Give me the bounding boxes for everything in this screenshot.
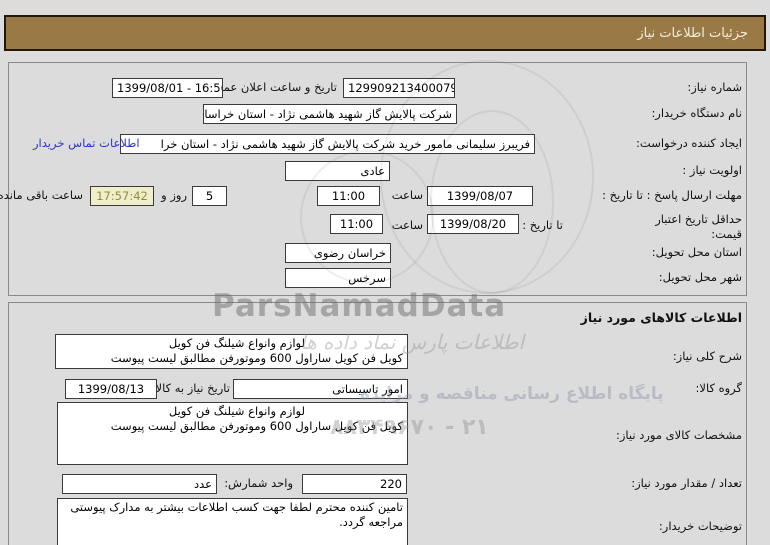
unit-field[interactable]: عدد (62, 474, 217, 494)
priority-field[interactable]: عادی (285, 161, 390, 181)
goods-section-title: اطلاعات کالاهای مورد نیاز (580, 310, 742, 325)
buyer-contact-link[interactable]: اطلاعات تماس خریدار (33, 136, 140, 150)
validity-hour-label: ساعت (391, 218, 423, 232)
specs-label: مشخصات کالای مورد نیاز: (615, 428, 742, 442)
need-number-label: شماره نیاز: (687, 80, 742, 94)
delivery-city-field[interactable]: سرخس (285, 268, 391, 288)
quantity-field[interactable]: 220 (302, 474, 407, 494)
hours-remaining-label: ساعت باقی مانده (0, 188, 83, 202)
deadline-label: مهلت ارسال پاسخ : تا تاریخ : (602, 188, 742, 202)
specs-line2: کویل فن کویل ساراول 600 وموتورفن مطالبق … (110, 419, 403, 433)
deadline-hour-label: ساعت (391, 188, 423, 202)
requester-label: ایجاد کننده درخواست: (636, 136, 742, 150)
requester-field[interactable]: فریبرز سلیمانی مامور خرید شرکت پالایش گا… (120, 134, 535, 154)
delivery-city-label: شهر محل تحویل: (658, 270, 742, 284)
buyer-org-label: نام دستگاه خریدار: (651, 106, 742, 120)
goods-group-field[interactable]: امور تاسیساتی (233, 379, 408, 399)
countdown-timer: 17:57:42 (90, 186, 154, 206)
buyer-notes-label: توضیحات خریدار: (658, 519, 742, 533)
delivery-province-field[interactable]: خراسان رضوی (285, 243, 391, 263)
page-title: جزئیات اطلاعات نیاز (637, 25, 748, 41)
specs-line1: لوازم وانواع شیلنگ فن کویل (168, 404, 305, 418)
buyer-notes-text: تامین کننده محترم لطفا جهت کسب اطلاعات ب… (70, 500, 403, 529)
deadline-date-field[interactable]: 1399/08/07 (427, 186, 533, 206)
specs-textarea[interactable]: لوازم وانواع شیلنگ فن کویل کویل فن کویل … (57, 402, 408, 465)
overall-desc-line2: کویل فن کویل ساراول 600 وموتورفن مطالبق … (110, 351, 403, 365)
need-number-field[interactable]: 1299092134000799 (343, 78, 455, 98)
validity-date-field[interactable]: 1399/08/20 (427, 214, 519, 234)
price-validity-label-line2: قیمت: (711, 227, 742, 241)
delivery-province-label: استان محل تحویل: (651, 245, 742, 259)
priority-label: اولویت نیاز : (682, 163, 742, 177)
until-date-label: تا تاریخ : (522, 218, 563, 232)
unit-label: واحد شمارش: (224, 476, 293, 490)
days-remaining-field: 5 (192, 186, 227, 206)
deadline-time-field[interactable]: 11:00 (317, 186, 380, 206)
quantity-label: تعداد / مقدار مورد نیاز: (631, 476, 742, 490)
buyer-notes-textarea[interactable]: تامین کننده محترم لطفا جهت کسب اطلاعات ب… (57, 498, 408, 545)
need-details-page: جزئیات اطلاعات نیاز شماره نیاز: 12990921… (0, 0, 770, 545)
overall-desc-line1: لوازم وانواع شیلنگ فن کویل (168, 336, 305, 350)
need-date-field[interactable]: 1399/08/13 (65, 379, 157, 399)
page-header-bar: جزئیات اطلاعات نیاز (4, 15, 766, 51)
goods-group-label: گروه کالا: (695, 381, 742, 395)
announce-datetime-field[interactable]: 1399/08/01 - 16:56 (112, 78, 223, 98)
price-validity-label-line1: حداقل تاریخ اعتبار (655, 212, 742, 226)
days-and-label: روز و (161, 188, 187, 202)
validity-time-field[interactable]: 11:00 (330, 214, 383, 234)
overall-desc-textarea[interactable]: لوازم وانواع شیلنگ فن کویل کویل فن کویل … (55, 334, 408, 369)
overall-desc-label: شرح کلی نیاز: (672, 349, 742, 363)
need-date-label: تاریخ نیاز به کالا: (151, 381, 230, 395)
buyer-org-field[interactable]: شرکت پالایش گاز شهید هاشمی نژاد - استان … (203, 104, 457, 124)
